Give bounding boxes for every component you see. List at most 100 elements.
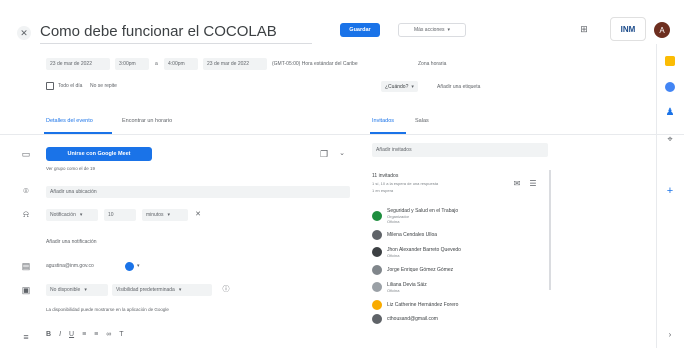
list-item[interactable]: cthousand@gmail.com (372, 313, 548, 325)
guest-role-secondary: Oficina (387, 219, 400, 224)
notification-value-input[interactable]: 10 (104, 209, 136, 221)
tab-rooms[interactable]: Salas (415, 118, 429, 124)
list-item[interactable]: Jorge Enrique Gómez Gómez (372, 263, 548, 277)
help-icon[interactable]: ⓘ (220, 285, 232, 295)
numbered-list-button[interactable]: ≡ (82, 331, 86, 338)
guest-list: Seguridad y Salud en el Trabajo Organiza… (372, 203, 548, 325)
guest-name: Milena Cendales Ulloa (387, 232, 438, 238)
text-format-icon: ≡ (23, 332, 29, 342)
event-title-input[interactable]: Como debe funcionar el COCOLAB (40, 20, 312, 44)
guest-role: Oficina (387, 287, 400, 293)
underline-button[interactable]: U (69, 331, 74, 338)
permission-note: La disponibilidad puede mostrarse en la … (46, 307, 169, 312)
chevron-down-icon: ▾ (79, 212, 83, 218)
avatar (372, 265, 382, 275)
avatar-initial: A (659, 25, 665, 35)
end-time: 4:00pm (168, 61, 185, 67)
location-pin-icon: ⌾ (23, 186, 29, 196)
tab-find-time[interactable]: Encontrar un horario (122, 118, 172, 124)
visibility-select[interactable]: Visibilidad predeterminada ▾ (112, 284, 212, 296)
add-guests-placeholder: Añadir invitados (376, 147, 412, 153)
guest-list-scrollbar[interactable] (549, 170, 551, 290)
chevron-down-icon[interactable]: ▾ (137, 263, 140, 269)
tab-guests[interactable]: Invitados (372, 118, 394, 124)
chevron-down-icon: ▾ (167, 212, 171, 218)
notification-type-select[interactable]: Notificación ▾ (46, 209, 98, 221)
availability-select[interactable]: No disponible ▾ (46, 284, 108, 296)
avatar (372, 314, 382, 324)
add-guests-input[interactable]: Añadir invitados (372, 143, 548, 157)
tabs-divider (0, 134, 684, 135)
to-label: a (155, 61, 158, 67)
italic-button[interactable]: I (59, 331, 61, 338)
list-item[interactable]: Seguridad y Salud en el Trabajo Organiza… (372, 203, 548, 229)
chevron-down-icon[interactable]: ⌄ (336, 149, 348, 159)
location-input[interactable]: Añadir una ubicación (46, 186, 350, 198)
tasks-icon[interactable] (665, 82, 675, 92)
contacts-icon[interactable]: ♟ (664, 108, 676, 118)
visibility: Visibilidad predeterminada (116, 287, 175, 293)
guest-pending: 1 en espera (372, 188, 394, 193)
chevron-down-icon: ▾ (411, 83, 414, 90)
keep-icon[interactable] (665, 56, 675, 66)
briefcase-icon: ▣ (21, 285, 31, 295)
link-button[interactable]: ∞ (106, 331, 111, 338)
start-time-field[interactable]: 3:00pm (115, 58, 149, 70)
repeat-selector[interactable]: No se repite (90, 83, 117, 89)
guest-name: Jhon Alexander Barreto Quevedo (387, 246, 461, 253)
avatar (372, 211, 382, 221)
maps-icon[interactable]: ⌖ (664, 134, 676, 144)
category-selector[interactable]: ¿Cuándo? ▾ (381, 81, 418, 92)
join-meet-button[interactable]: Unirse con Google Meet (46, 147, 152, 161)
add-addon-icon[interactable]: + (664, 186, 676, 197)
guest-name: Jorge Enrique Gómez Gómez (387, 267, 454, 273)
start-time: 3:00pm (119, 61, 136, 67)
timezone-link[interactable]: Zona horaria (418, 61, 446, 67)
event-color-dot[interactable] (125, 262, 134, 271)
save-button[interactable]: Guardar (340, 23, 380, 37)
close-icon[interactable]: ✕ (17, 26, 31, 40)
timezone-label: (GMT-05:00) Hora estándar del Caribe (272, 61, 358, 67)
chevron-right-icon[interactable]: › (664, 330, 676, 340)
end-date: 23 de mar de 2022 (207, 61, 249, 67)
org-logo-text: INM (620, 24, 636, 34)
avatar[interactable]: A (654, 22, 670, 38)
notification-unit-select[interactable]: minutos ▾ (142, 209, 188, 221)
add-notification-link[interactable]: Añadir una notificación (46, 239, 97, 245)
guest-name: cthousand@gmail.com (387, 316, 438, 322)
start-date-field[interactable]: 23 de mar de 2022 (46, 58, 110, 70)
bold-button[interactable]: B (46, 331, 51, 338)
calendar-owner[interactable]: agustina@inm.gov.co (46, 263, 94, 269)
mail-icon[interactable]: ✉ (511, 179, 523, 189)
apps-grid-icon[interactable]: ⊞ (578, 24, 590, 34)
bulleted-list-button[interactable]: ≡ (94, 331, 98, 338)
email-guests-icon[interactable]: ☰ (527, 179, 539, 189)
guest-count: 11 invitados (372, 173, 399, 179)
calendar-icon: ▤ (21, 261, 31, 271)
more-actions-button[interactable]: Más acciones ▾ (398, 23, 466, 37)
chevron-down-icon: ▾ (84, 287, 87, 293)
avatar (372, 247, 382, 257)
chevron-down-icon: ▾ (178, 287, 182, 293)
start-date: 23 de mar de 2022 (50, 61, 92, 67)
remove-notification-icon[interactable]: ✕ (192, 210, 204, 220)
org-logo: INM (610, 17, 646, 41)
end-date-field[interactable]: 23 de mar de 2022 (203, 58, 267, 70)
guest-name: Liliana Devia Sáiz (387, 281, 427, 288)
list-item[interactable]: Jhon Alexander Barreto Quevedo Oficina (372, 241, 548, 263)
guest-role: Oficina (387, 252, 400, 258)
guest-name: Liz Catherine Hernández Forero (387, 302, 459, 308)
tab-event-details[interactable]: Detalles del evento (46, 118, 93, 124)
copy-icon[interactable]: ❐ (318, 149, 330, 159)
list-item[interactable]: Milena Cendales Ulloa (372, 229, 548, 241)
event-title: Como debe funcionar el COCOLAB (40, 23, 277, 40)
avatar (372, 282, 382, 292)
all-day-checkbox[interactable] (46, 82, 54, 90)
list-item[interactable]: Liliana Devia Sáiz Oficina (372, 277, 548, 297)
guest-summary: 1 sí, 10 a la espera de una respuesta (372, 181, 439, 186)
label-hint[interactable]: Añadir una etiqueta (437, 84, 480, 90)
end-time-field[interactable]: 4:00pm (164, 58, 198, 70)
clear-format-button[interactable]: T (119, 331, 123, 338)
list-item[interactable]: Liz Catherine Hernández Forero (372, 297, 548, 313)
notification-value: 10 (108, 212, 114, 218)
